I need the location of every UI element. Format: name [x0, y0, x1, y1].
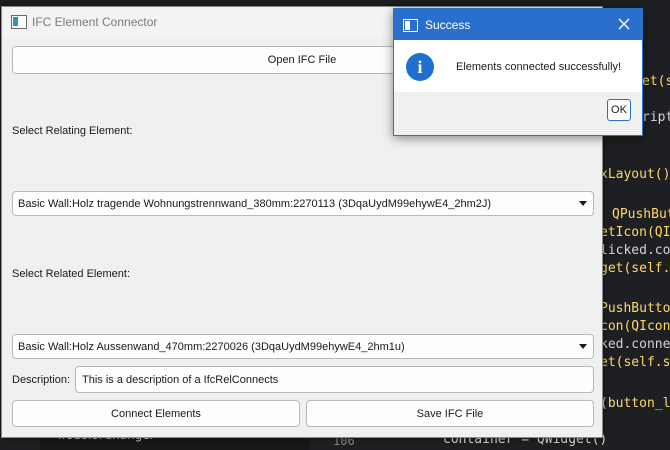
- window-title: IFC Element Connector: [32, 15, 158, 29]
- code-line: QPushBut: [612, 207, 670, 222]
- code-line: (button_l: [600, 396, 670, 411]
- description-input[interactable]: This is a description of a IfcRelConnect…: [75, 366, 594, 393]
- code-line: et(self.s: [600, 355, 670, 370]
- code-line: et(s: [642, 74, 670, 89]
- related-element-value: Basic Wall:Holz Aussenwand_470mm:2270026…: [18, 341, 405, 353]
- code-line: ked.conne: [600, 337, 670, 352]
- dialog-message: Elements connected successfully!: [456, 61, 622, 73]
- chevron-down-icon: [579, 201, 587, 206]
- code-line: PushButton: [600, 301, 670, 316]
- window-app-icon: [11, 15, 27, 29]
- relating-element-label: Select Relating Element:: [12, 125, 133, 137]
- code-line: licked.co: [600, 243, 670, 258]
- connect-elements-button[interactable]: Connect Elements: [12, 400, 300, 427]
- save-ifc-file-button[interactable]: Save IFC File: [306, 400, 594, 427]
- related-element-dropdown[interactable]: Basic Wall:Holz Aussenwand_470mm:2270026…: [12, 334, 594, 359]
- description-label: Description:: [12, 374, 71, 386]
- code-line: get(self.c: [600, 261, 670, 276]
- code-line: con(QIcon: [600, 319, 670, 334]
- code-line: xLayout(): [600, 167, 670, 182]
- dialog-body: i Elements connected successfully!: [394, 40, 642, 92]
- code-line: etIcon(QI: [600, 225, 670, 240]
- description-value: This is a description of a IfcRelConnect…: [82, 374, 279, 386]
- close-icon[interactable]: [616, 16, 632, 32]
- ok-button[interactable]: OK: [607, 99, 631, 121]
- relating-element-value: Basic Wall:Holz tragende Wohnungstrennwa…: [18, 198, 492, 210]
- dialog-titlebar[interactable]: Success: [394, 9, 642, 40]
- info-icon: i: [406, 53, 434, 81]
- relating-element-dropdown[interactable]: Basic Wall:Holz tragende Wohnungstrennwa…: [12, 191, 594, 216]
- code-line: ript: [642, 110, 670, 125]
- dialog-app-icon: [403, 19, 418, 32]
- dialog-title: Success: [425, 18, 471, 32]
- success-dialog: Success i Elements connected successfull…: [393, 8, 643, 136]
- related-element-label: Select Related Element:: [12, 268, 131, 280]
- chevron-down-icon: [579, 344, 587, 349]
